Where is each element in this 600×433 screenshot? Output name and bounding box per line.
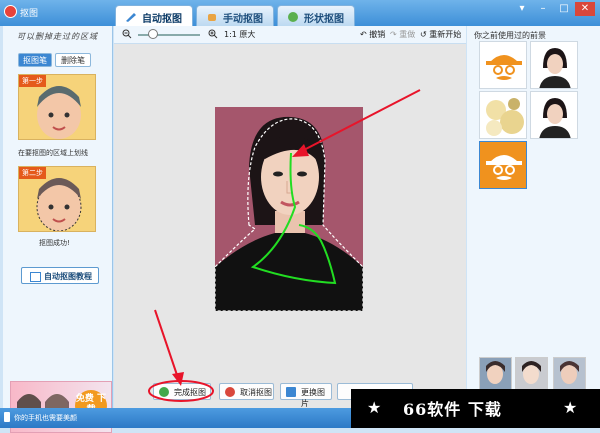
recent-foregrounds-title: 你之前使用过的前景 [474,31,546,40]
flowers-image [480,92,526,138]
shape-icon [288,12,298,22]
mascot-image [480,142,526,188]
cutout-brush-button[interactable]: 抠图笔 [18,53,52,67]
book-icon [30,272,41,282]
zoom-in-icon[interactable] [208,29,218,39]
cancel-label: 取消抠图 [240,388,272,397]
restart-button[interactable]: ↺ 重新开始 [420,29,461,40]
foreground-thumb-woman[interactable] [530,41,578,89]
minimize-icon[interactable]: – [533,2,553,16]
foreground-thumb-mascot[interactable] [479,41,527,89]
tab-manual-cutout[interactable]: 手动抠图 [196,5,274,26]
undo-button[interactable]: ↶ 撤销 [360,29,385,40]
window-controls: ▾ – □ ✕ [512,2,596,16]
original-size-button[interactable]: 1:1 原大 [224,29,255,40]
woman-portrait-image [531,42,577,88]
face-thumb[interactable] [553,357,586,390]
image-icon [286,387,296,397]
step2-caption: 抠图成功! [39,239,70,247]
cancel-cutout-button[interactable]: 取消抠图 [219,383,274,400]
step1-caption: 在要抠图的区域上划线 [18,149,88,157]
window-title: 抠图 [20,9,39,19]
tab-auto-cutout[interactable]: 自动抠图 [115,5,193,26]
foreground-thumb-flowers[interactable] [479,91,527,139]
slogan-text: 可以删掉走过的区域 [17,32,98,41]
check-icon [159,387,169,397]
undo-icon: ↶ [360,30,370,39]
foreground-thumb-mascot-orange[interactable] [479,141,527,189]
cancel-icon [225,387,235,397]
zoom-out-icon[interactable] [122,29,132,39]
canvas-toolbar: 1:1 原大 ↶ 撤销 ↷ 重做 ↺ 重新开始 [114,26,466,44]
foreground-thumb-woman-2[interactable] [530,91,578,139]
star-icon: ★ [367,398,382,417]
app-logo-icon [4,5,17,18]
zoom-slider-handle[interactable] [148,29,158,39]
restart-icon: ↺ [420,30,430,39]
face-image [516,358,547,389]
right-panel: 你之前使用过的前景 [467,26,600,408]
step1-label: 第一步 [19,75,46,87]
star-icon: ★ [563,398,578,417]
redo-icon: ↷ [390,30,400,39]
watermark-banner: ★ 66软件 下载 ★ [351,389,600,428]
face-thumb[interactable] [515,357,548,390]
watermark-text: 66软件 下载 [403,400,502,419]
tutorial-button[interactable]: 自动抠图教程 [21,267,99,284]
step2-example-image: 第二步 [18,166,96,232]
tutorial-label: 自动抠图教程 [44,272,92,281]
maximize-icon[interactable]: □ [554,2,574,16]
menu-icon[interactable]: ▾ [512,2,532,16]
tab-shape-cutout[interactable]: 形状抠图 [277,5,355,26]
editing-canvas[interactable] [114,44,466,408]
redo-button[interactable]: ↷ 重做 [390,29,415,40]
face-thumb[interactable] [479,357,512,390]
redo-label: 重做 [399,30,416,39]
tab-label: 手动抠图 [223,14,263,25]
portrait-drawing [215,107,363,311]
face-image [480,358,511,389]
portrait-photo[interactable] [215,107,363,311]
finish-label: 完成抠图 [174,388,206,397]
left-panel: 可以删掉走过的区域 抠图笔 删除笔 第一步 在要抠图的区域上划线 第二步 抠图成… [3,26,113,433]
brush-icon [126,13,136,22]
undo-label: 撤销 [369,30,386,39]
restart-label: 重新开始 [429,30,462,39]
finish-cutout-button[interactable]: 完成抠图 [153,383,211,400]
woman-portrait-image [531,92,577,138]
step2-label: 第二步 [19,167,46,179]
status-link[interactable]: 你的手机也需要美颜 [14,413,77,423]
erase-brush-button[interactable]: 删除笔 [55,53,91,67]
hand-icon [208,14,216,21]
tab-label: 形状抠图 [304,14,344,25]
close-icon[interactable]: ✕ [575,2,595,16]
phone-icon [4,412,10,422]
mascot-image [480,42,526,88]
face-image [554,358,585,389]
replace-image-button[interactable]: 更换图片 [280,383,332,408]
step1-example-image: 第一步 [18,74,96,140]
tab-label: 自动抠图 [142,14,182,25]
title-bar: 抠图 自动抠图 手动抠图 形状抠图 ▾ – □ ✕ [0,0,600,26]
